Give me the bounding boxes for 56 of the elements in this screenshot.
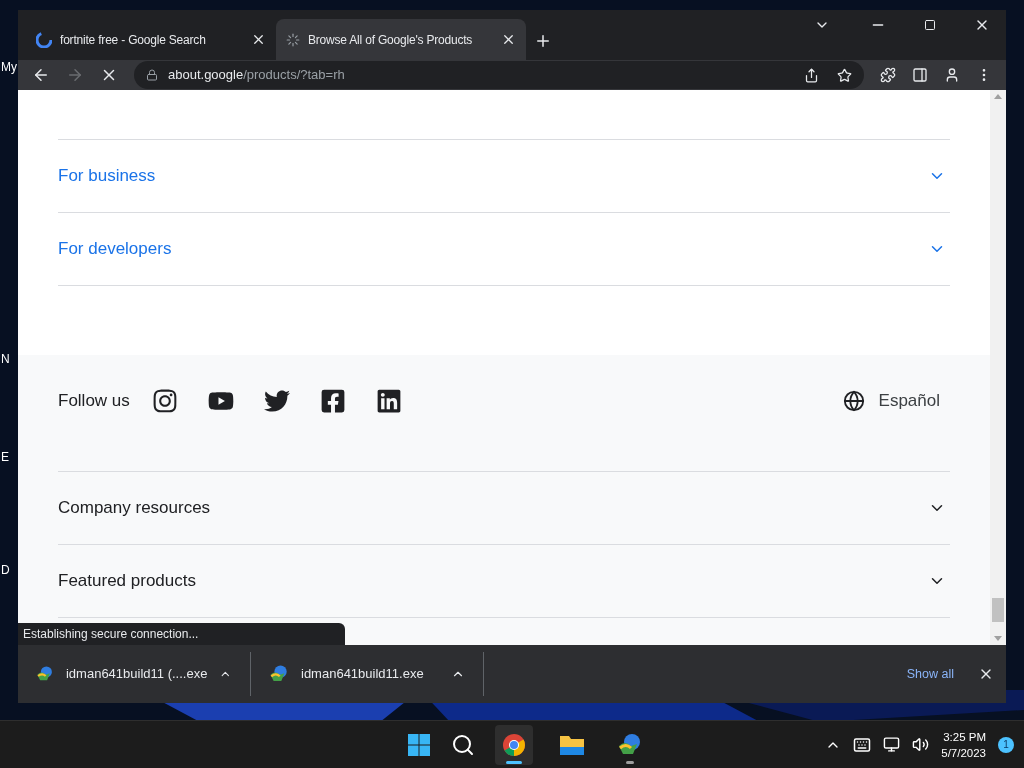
url-text: about.google/products/?tab=rh bbox=[168, 66, 345, 85]
address-bar[interactable]: about.google/products/?tab=rh bbox=[134, 61, 864, 89]
volume-icon[interactable] bbox=[912, 736, 930, 753]
lock-icon bbox=[146, 69, 158, 81]
accordion-row[interactable]: Company resources bbox=[58, 472, 950, 545]
download-item[interactable]: idman641build11.exe bbox=[251, 652, 484, 696]
accordion-row[interactable]: Featured products bbox=[58, 545, 950, 618]
accordion-row[interactable]: For developers bbox=[58, 213, 950, 286]
clock-date: 5/7/2023 bbox=[941, 745, 986, 761]
file-name: idman641build11 (....exe bbox=[66, 665, 208, 684]
extensions-icon[interactable] bbox=[880, 67, 896, 83]
follow-us-label: Follow us bbox=[58, 390, 130, 413]
loading-icon bbox=[286, 32, 300, 47]
desktop-icon-label: D bbox=[1, 562, 10, 579]
scrollbar[interactable] bbox=[990, 90, 1006, 645]
status-bubble: Establishing secure connection... bbox=[18, 623, 345, 645]
section-label: For business bbox=[58, 165, 156, 188]
clock-time: 3:25 PM bbox=[943, 729, 986, 745]
section-label: Company resources bbox=[58, 497, 211, 520]
start-icon[interactable] bbox=[406, 732, 431, 757]
linkedin-icon[interactable] bbox=[375, 388, 402, 414]
facebook-icon[interactable] bbox=[319, 388, 346, 414]
notification-badge[interactable]: 1 bbox=[998, 736, 1014, 753]
file-name: idman641build11.exe bbox=[301, 665, 425, 684]
keyboard-icon[interactable] bbox=[853, 735, 872, 754]
desktop-icon-label: My bbox=[1, 59, 17, 76]
star-icon[interactable] bbox=[837, 67, 852, 83]
accordion-row[interactable]: For business bbox=[58, 140, 950, 213]
bird-icon[interactable] bbox=[263, 388, 290, 414]
section-label: Featured products bbox=[58, 570, 196, 593]
back-icon[interactable] bbox=[32, 66, 50, 84]
section-label: For developers bbox=[58, 238, 172, 261]
profile-icon[interactable] bbox=[944, 67, 960, 83]
search-icon[interactable] bbox=[450, 732, 475, 757]
side-panel-icon[interactable] bbox=[912, 67, 928, 83]
installer-icon[interactable] bbox=[269, 664, 289, 684]
desktop-icon-label: E bbox=[1, 449, 9, 466]
chrome-icon[interactable] bbox=[501, 732, 526, 757]
browser-tab[interactable]: fortnite free - Google Search bbox=[26, 19, 276, 60]
network-icon[interactable] bbox=[883, 736, 901, 753]
close-icon[interactable] bbox=[501, 32, 516, 47]
show-all-link[interactable]: Show all bbox=[906, 664, 954, 684]
globe-icon bbox=[842, 390, 865, 412]
browser-tab[interactable]: Browse All of Google's Products bbox=[276, 19, 526, 60]
clock[interactable]: 3:25 PM 5/7/2023 bbox=[941, 728, 986, 761]
desktop-icon-label: N bbox=[1, 351, 10, 368]
close-icon[interactable] bbox=[251, 32, 266, 47]
share-icon[interactable] bbox=[804, 67, 819, 83]
language-button[interactable]: Español bbox=[842, 388, 940, 414]
new-tab-icon[interactable] bbox=[534, 32, 552, 50]
tab-title: fortnite free - Google Search bbox=[60, 31, 207, 49]
tab-title: Browse All of Google's Products bbox=[308, 31, 474, 49]
instagram-icon[interactable] bbox=[151, 388, 178, 414]
taskbar-app[interactable] bbox=[494, 724, 533, 765]
download-item[interactable]: idman641build11 (....exe bbox=[18, 652, 251, 696]
maximize-icon[interactable] bbox=[924, 19, 936, 31]
